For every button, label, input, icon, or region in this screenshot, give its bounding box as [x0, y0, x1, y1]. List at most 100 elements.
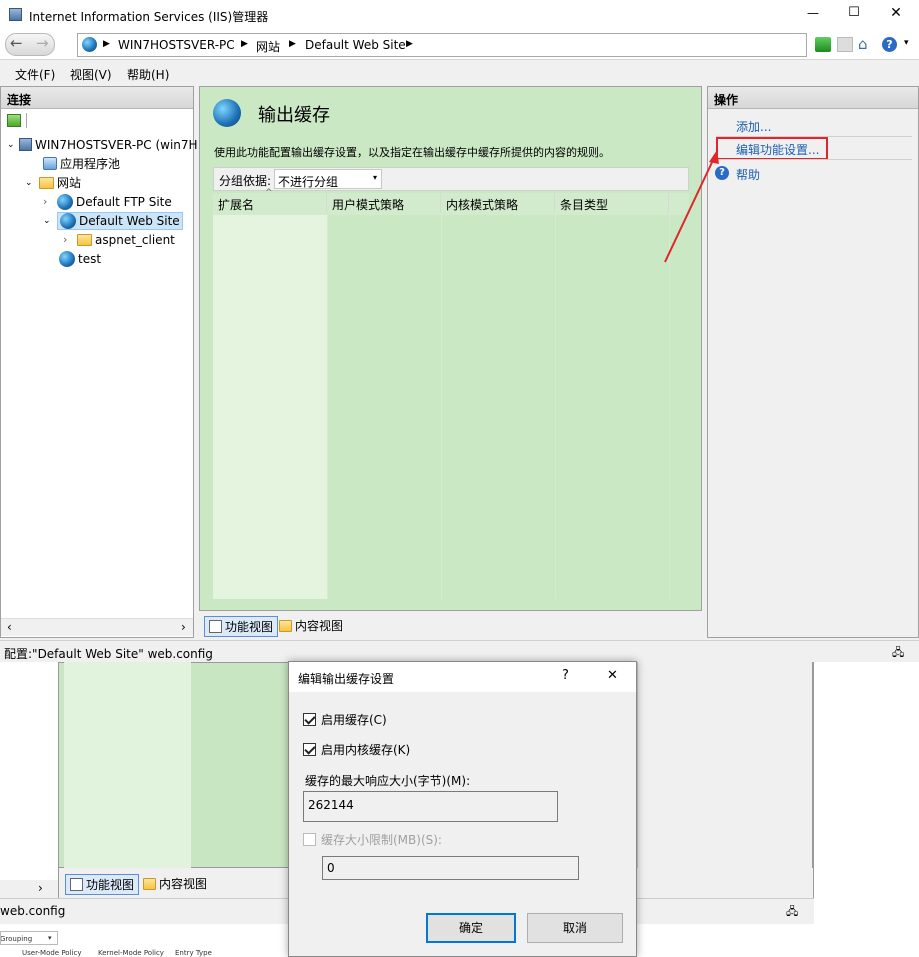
sites-folder-icon [39, 176, 54, 189]
status-bar: 配置:"Default Web Site" web.config 🖧 [0, 640, 919, 662]
group-by-bar: 分组依据: 不进行分组 ▾ [213, 167, 689, 191]
checkbox-unchecked-icon[interactable] [303, 833, 316, 846]
connections-panel: 连接 ⌄ WIN7HOSTSVER-PC (win7H 应用程序池 ⌄ 网站 ›… [0, 86, 198, 638]
tree-item-ftp-site[interactable]: › Default FTP Site [43, 192, 172, 211]
tree-item-app-pools[interactable]: 应用程序池 [43, 154, 120, 173]
stop-icon[interactable] [837, 37, 853, 52]
extension-column-fill [213, 215, 327, 599]
background-actions-panel [637, 662, 813, 898]
globe-icon [60, 212, 76, 229]
dialog-help-button[interactable]: ? [562, 668, 569, 683]
address-bar: ← → ▶ WIN7HOSTSVER-PC ▶ 网站 ▶ Default Web… [0, 30, 919, 60]
enable-kernel-cache-checkbox[interactable]: 启用内核缓存(K) [303, 741, 410, 758]
minimize-button[interactable]: — [803, 6, 823, 20]
help-icon[interactable]: ? [882, 37, 897, 52]
scroll-right-icon[interactable]: › [38, 881, 43, 895]
actions-panel: 操作 添加... 编辑功能设置... ? 帮助 [707, 86, 919, 638]
breadcrumb-bar[interactable]: ▶ WIN7HOSTSVER-PC ▶ 网站 ▶ Default Web Sit… [77, 33, 807, 57]
globe-icon [59, 250, 75, 267]
dialog-title: 编辑输出缓存设置 [298, 672, 395, 686]
background-list-column [64, 662, 191, 868]
server-icon [19, 138, 32, 151]
scroll-left-icon[interactable]: ‹ [7, 620, 12, 634]
close-button[interactable]: ✕ [886, 5, 906, 21]
action-add[interactable]: 添加... [736, 118, 771, 135]
status-text: 配置:"Default Web Site" web.config [4, 647, 213, 661]
tab-content-view[interactable]: 内容视图 [279, 617, 343, 634]
globe-icon [82, 37, 97, 52]
home-icon[interactable]: ⌂ [858, 35, 868, 53]
group-by-label: 分组依据: [219, 174, 272, 188]
help-dropdown-icon[interactable]: ▾ [904, 38, 909, 48]
iis-app-icon [9, 8, 22, 21]
menu-help[interactable]: 帮助(H) [127, 66, 169, 83]
enable-cache-checkbox[interactable]: 启用缓存(C) [303, 711, 387, 728]
tree-item-default-web-site[interactable]: ⌄ Default Web Site [43, 211, 183, 230]
chevron-down-icon[interactable]: ⌄ [7, 140, 19, 150]
column-user-mode[interactable]: 用户模式策略 [327, 193, 441, 213]
tree-item-sites[interactable]: ⌄ 网站 [25, 173, 81, 192]
connect-icon[interactable] [7, 114, 21, 127]
network-icon: 🖧 [786, 905, 799, 918]
bg-scroll-area: › [0, 880, 58, 900]
action-help[interactable]: 帮助 [736, 166, 760, 183]
tab-feature-view[interactable]: 功能视图 [204, 616, 279, 637]
group-by-select[interactable]: 不进行分组 ▾ [274, 169, 382, 189]
column-entry-type[interactable]: 条目类型 [555, 193, 669, 213]
cache-size-limit-input[interactable]: 0 [322, 856, 579, 880]
background-mini-table: Grouping ▾ User-Mode Policy Kernel-Mode … [0, 929, 290, 957]
content-view-icon [143, 877, 156, 890]
horizontal-scrollbar[interactable]: ‹ › [1, 618, 193, 636]
breadcrumb-separator-icon: ▶ [406, 39, 413, 49]
tree-item-test[interactable]: test [59, 249, 101, 268]
list-header: 扩展名 ^ 用户模式策略 内核模式策略 条目类型 [213, 188, 689, 215]
max-response-label: 缓存的最大响应大小(字节)(M): [305, 774, 471, 788]
breadcrumb-server[interactable]: WIN7HOSTSVER-PC [118, 38, 235, 52]
maximize-button[interactable]: ☐ [844, 5, 864, 20]
scroll-right-icon[interactable]: › [181, 620, 186, 634]
network-icon: 🖧 [892, 646, 905, 659]
menu-view[interactable]: 视图(V) [70, 66, 112, 83]
tree-item-aspnet-client[interactable]: › aspnet_client [63, 230, 175, 249]
menu-file[interactable]: 文件(F) [15, 66, 55, 83]
column-kernel-mode[interactable]: 内核模式策略 [441, 193, 555, 213]
back-arrow-icon[interactable]: ← [10, 34, 23, 52]
content-view-icon [279, 619, 292, 632]
forward-arrow-icon[interactable]: → [36, 34, 49, 52]
view-tabs: 功能视图 内容视图 [199, 612, 702, 638]
max-response-input[interactable]: 262144 [303, 791, 558, 822]
action-edit-feature-settings[interactable]: 编辑功能设置... [736, 141, 819, 158]
chevron-down-icon[interactable]: ⌄ [43, 216, 57, 226]
ok-button[interactable]: 确定 [426, 913, 516, 943]
bg-tab-content-view[interactable]: 内容视图 [143, 875, 207, 892]
globe-icon [57, 193, 73, 210]
menu-bar: 文件(F) 视图(V) 帮助(H) [0, 62, 919, 84]
folder-icon [77, 233, 92, 246]
refresh-icon[interactable] [815, 37, 831, 52]
chevron-right-icon[interactable]: › [63, 233, 77, 246]
checkbox-checked-icon[interactable] [303, 743, 316, 756]
breadcrumb-separator-icon: ▶ [289, 39, 296, 49]
rules-list: 扩展名 ^ 用户模式策略 内核模式策略 条目类型 [213, 188, 689, 599]
cancel-button[interactable]: 取消 [527, 913, 623, 943]
breadcrumb-site[interactable]: Default Web Site [305, 38, 406, 52]
iis-manager-window: Internet Information Services (IIS)管理器 —… [0, 0, 919, 662]
breadcrumb-sites[interactable]: 网站 [256, 38, 280, 55]
bg-tab-feature-view[interactable]: 功能视图 [65, 874, 140, 895]
cache-size-limit-checkbox[interactable]: 缓存大小限制(MB)(S): [303, 831, 442, 848]
chevron-down-icon[interactable]: ⌄ [25, 178, 39, 188]
page-title: 输出缓存 [258, 105, 330, 126]
window-title: Internet Information Services (IIS)管理器 [29, 10, 269, 24]
dialog-close-button[interactable]: ✕ [607, 668, 618, 683]
breadcrumb-separator-icon: ▶ [241, 39, 248, 49]
breadcrumb-separator-icon: ▶ [103, 39, 110, 49]
feature-view-icon [70, 878, 83, 891]
checkbox-checked-icon[interactable] [303, 713, 316, 726]
dropdown-arrow-icon[interactable]: ▾ [373, 173, 377, 182]
app-pool-icon [43, 157, 57, 170]
chevron-right-icon[interactable]: › [43, 195, 57, 208]
feature-view-icon [209, 620, 222, 633]
dialog-titlebar: 编辑输出缓存设置 ? ✕ [289, 662, 636, 692]
connections-header: 连接 [1, 87, 193, 109]
tree-item-server[interactable]: ⌄ WIN7HOSTSVER-PC (win7H [7, 135, 198, 154]
